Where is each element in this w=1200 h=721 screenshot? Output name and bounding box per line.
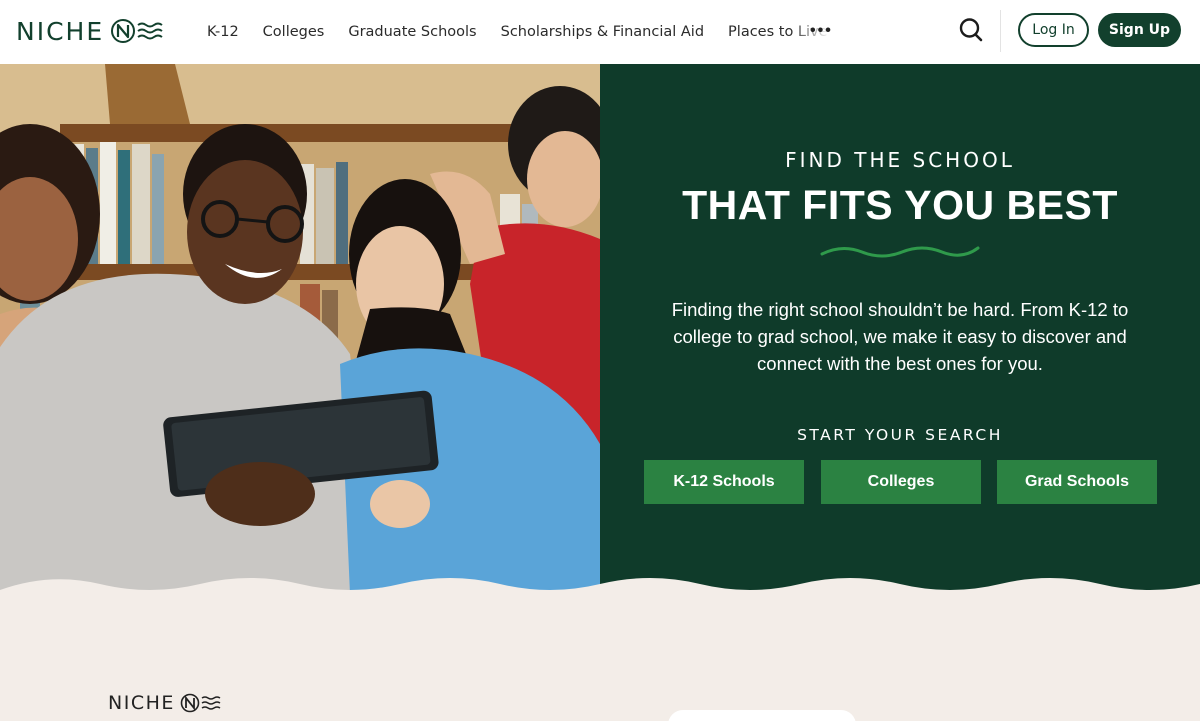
nav-item-k12[interactable]: K-12 <box>207 24 239 40</box>
main-nav: K-12 Colleges Graduate Schools Scholarsh… <box>207 0 852 64</box>
hero-eyebrow: FIND THE SCHOOL <box>785 148 1015 172</box>
squiggle-divider <box>820 242 980 265</box>
footer-logo-wordmark: NICHE <box>108 692 175 714</box>
login-button[interactable]: Log In <box>1018 13 1089 47</box>
nav-item-graduate-schools[interactable]: Graduate Schools <box>348 24 476 40</box>
colleges-button[interactable]: Colleges <box>821 460 981 504</box>
grad-schools-button[interactable]: Grad Schools <box>997 460 1157 504</box>
search-icon[interactable] <box>958 16 984 44</box>
wave-divider <box>0 578 1200 610</box>
niche-n-wave-icon <box>180 692 224 714</box>
nav-item-scholarships[interactable]: Scholarships & Financial Aid <box>501 24 704 40</box>
footer-logo[interactable]: NICHE <box>108 692 224 714</box>
hero-description: Finding the right school shouldn’t be ha… <box>671 299 1129 374</box>
search-label: START YOUR SEARCH <box>797 426 1003 444</box>
k12-schools-button[interactable]: K-12 Schools <box>644 460 804 504</box>
hero-photo <box>0 64 600 594</box>
logo-wordmark: NICHE <box>16 16 105 46</box>
niche-logo[interactable]: NICHE <box>16 14 168 48</box>
lower-card <box>668 710 856 721</box>
niche-n-wave-icon <box>110 17 168 45</box>
nav-item-colleges[interactable]: Colleges <box>263 24 325 40</box>
site-header: NICHE K-12 Colleges Graduate Schools Sch… <box>0 0 1200 64</box>
header-divider <box>1000 10 1001 52</box>
hero-headline: THAT FITS YOU BEST <box>682 182 1118 228</box>
signup-button[interactable]: Sign Up <box>1098 13 1181 47</box>
more-menu-button[interactable]: ••• <box>810 22 833 40</box>
